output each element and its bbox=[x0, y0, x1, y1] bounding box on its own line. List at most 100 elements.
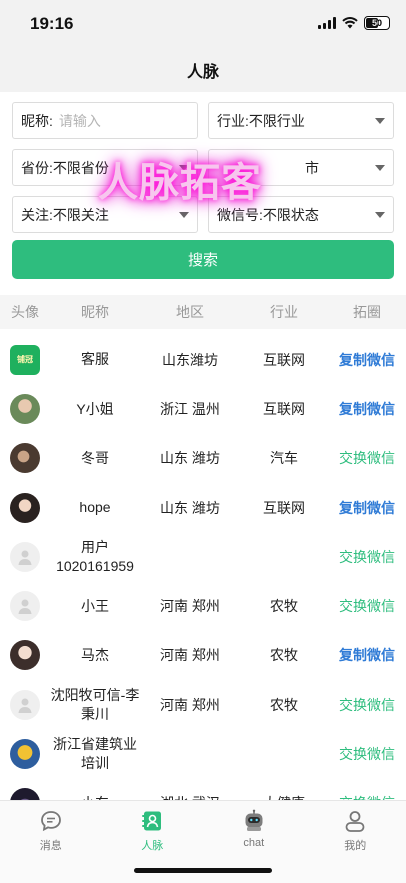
copy-wechat-button[interactable]: 复制微信 bbox=[328, 498, 406, 518]
table-row: 沈阳牧可信-李秉川 河南 郑州 农牧 交换微信 bbox=[0, 680, 406, 729]
chevron-down-icon bbox=[179, 165, 189, 171]
swap-wechat-button[interactable]: 交换微信 bbox=[328, 448, 406, 468]
row-region: 河南 郑州 bbox=[160, 696, 220, 713]
tab-chat-label: chat bbox=[243, 837, 265, 849]
row-region: 河南 郑州 bbox=[160, 598, 220, 615]
tab-messages-label: 消息 bbox=[39, 840, 62, 852]
copy-wechat-button[interactable]: 复制微信 bbox=[328, 350, 406, 370]
row-nickname: 沈阳牧可信-李秉川 bbox=[50, 686, 140, 722]
avatar[interactable] bbox=[10, 492, 40, 523]
province-select[interactable]: 省份: 不限省份 bbox=[12, 149, 198, 186]
avatar[interactable] bbox=[10, 443, 40, 474]
row-nickname: 冬哥 bbox=[81, 449, 109, 466]
wechat-label: 微信号: bbox=[217, 206, 263, 223]
industry-label: 行业: bbox=[217, 112, 249, 129]
chevron-down-icon bbox=[375, 118, 385, 124]
row-region: 湖北 武汉 bbox=[140, 793, 240, 800]
status-time: 19:16 bbox=[30, 14, 74, 33]
header-nickname: 昵称 bbox=[81, 303, 109, 320]
industry-value: 不限行业 bbox=[248, 112, 305, 129]
swap-wechat-button[interactable]: 交换微信 bbox=[328, 596, 406, 616]
swap-wechat-button[interactable]: 交换微信 bbox=[328, 547, 406, 567]
table-row: hope 山东 潍坊 互联网 复制微信 bbox=[0, 483, 406, 532]
row-industry: 互联网 bbox=[263, 400, 305, 417]
brand-logo-text: 铺冠 bbox=[17, 355, 33, 365]
battery-icon: 50 bbox=[364, 16, 390, 30]
table-row: 马杰 河南 郑州 农牧 复制微信 bbox=[0, 631, 406, 680]
tab-profile[interactable]: 我的 bbox=[305, 801, 406, 883]
wechat-value: 不限状态 bbox=[262, 206, 319, 223]
swap-wechat-button[interactable]: 交换微信 bbox=[328, 793, 406, 800]
industry-select[interactable]: 行业: 不限行业 bbox=[208, 102, 394, 139]
chevron-down-icon bbox=[179, 212, 189, 218]
follow-select[interactable]: 关注: 不限关注 bbox=[12, 196, 198, 233]
avatar[interactable]: 铺冠 bbox=[10, 344, 40, 375]
nickname-input[interactable]: 昵称: 请输入 bbox=[12, 102, 198, 139]
header-action: 拓圈 bbox=[353, 304, 381, 320]
chat-bubble-icon bbox=[40, 811, 61, 832]
row-nickname: 客服 bbox=[81, 351, 109, 368]
avatar[interactable] bbox=[10, 393, 40, 424]
row-region: 河南 郑州 bbox=[160, 647, 220, 664]
row-region: 山东 潍坊 bbox=[160, 450, 220, 467]
avatar[interactable] bbox=[10, 788, 40, 800]
tab-profile-label: 我的 bbox=[344, 840, 367, 852]
copy-wechat-button[interactable]: 复制微信 bbox=[328, 645, 406, 665]
search-button[interactable]: 搜索 bbox=[12, 240, 394, 279]
table-row: Y小姐 浙江 温州 互联网 复制微信 bbox=[0, 384, 406, 433]
default-avatar-icon bbox=[18, 599, 32, 615]
avatar[interactable] bbox=[10, 640, 40, 671]
row-region: 山东潍坊 bbox=[162, 351, 218, 368]
nav-bar: 人脉 bbox=[0, 48, 406, 92]
table-header: 头像 昵称 地区 行业 拓圈 bbox=[0, 295, 406, 329]
row-nickname: Y小姐 bbox=[76, 400, 114, 417]
tab-messages[interactable]: 消息 bbox=[0, 801, 102, 883]
row-nickname: 马杰 bbox=[81, 646, 109, 663]
chevron-down-icon bbox=[375, 165, 385, 171]
table-row: 小王 河南 郑州 农牧 交换微信 bbox=[0, 581, 406, 630]
home-indicator bbox=[134, 868, 272, 873]
row-region: 山东 潍坊 bbox=[160, 499, 220, 516]
row-industry: 互联网 bbox=[263, 351, 305, 368]
province-value: 不限省份 bbox=[52, 159, 109, 176]
avatar[interactable] bbox=[10, 689, 40, 720]
row-industry: 互联网 bbox=[263, 499, 305, 516]
row-industry: 大健康 bbox=[240, 793, 328, 800]
robot-icon bbox=[245, 809, 263, 831]
tab-contacts-label: 人脉 bbox=[141, 840, 164, 852]
avatar[interactable] bbox=[10, 541, 40, 572]
table-row: 浙江省建筑业培训 交换微信 bbox=[0, 729, 406, 778]
avatar[interactable] bbox=[10, 739, 40, 770]
swap-wechat-button[interactable]: 交换微信 bbox=[328, 695, 406, 715]
page-title: 人脉 bbox=[186, 64, 219, 81]
contacts-list: 铺冠 客服 山东潍坊 互联网 复制微信 Y小姐 浙江 温州 互联网 复制微信 冬哥 山东 潍坊 汽车交… bbox=[0, 335, 406, 800]
row-nickname: hope bbox=[79, 499, 111, 516]
follow-value: 不限关注 bbox=[52, 206, 109, 223]
province-label: 省份: bbox=[21, 159, 53, 176]
wifi-icon bbox=[342, 17, 358, 29]
header-industry: 行业 bbox=[270, 304, 298, 320]
swap-wechat-button[interactable]: 交换微信 bbox=[328, 744, 406, 764]
table-row: 铺冠 客服 山东潍坊 互联网 复制微信 bbox=[0, 335, 406, 384]
row-industry: 汽车 bbox=[270, 450, 298, 467]
follow-label: 关注: bbox=[21, 206, 53, 223]
nickname-label: 昵称: bbox=[21, 112, 53, 129]
status-bar: 19:16 50 bbox=[0, 0, 406, 48]
row-industry: 农牧 bbox=[270, 598, 298, 615]
wechat-select[interactable]: 微信号: 不限状态 bbox=[208, 196, 394, 233]
table-row: 冬哥 山东 潍坊 汽车 交换微信 bbox=[0, 434, 406, 483]
profile-icon bbox=[345, 811, 365, 832]
city-select[interactable]: 市 bbox=[208, 149, 394, 186]
copy-wechat-button[interactable]: 复制微信 bbox=[328, 399, 406, 419]
avatar[interactable] bbox=[10, 591, 40, 622]
nickname-placeholder: 请输入 bbox=[58, 112, 101, 129]
signal-icon bbox=[318, 17, 336, 29]
table-row: 用户1020161959 交换微信 bbox=[0, 532, 406, 581]
header-region: 地区 bbox=[176, 304, 204, 320]
battery-level: 50 bbox=[371, 18, 382, 28]
status-icons: 50 bbox=[318, 16, 390, 30]
contacts-icon bbox=[142, 811, 162, 831]
row-industry: 农牧 bbox=[270, 696, 298, 713]
table-row: 小东湖北 武汉大健康交换微信 bbox=[0, 779, 406, 800]
city-value: 市 bbox=[305, 159, 319, 176]
